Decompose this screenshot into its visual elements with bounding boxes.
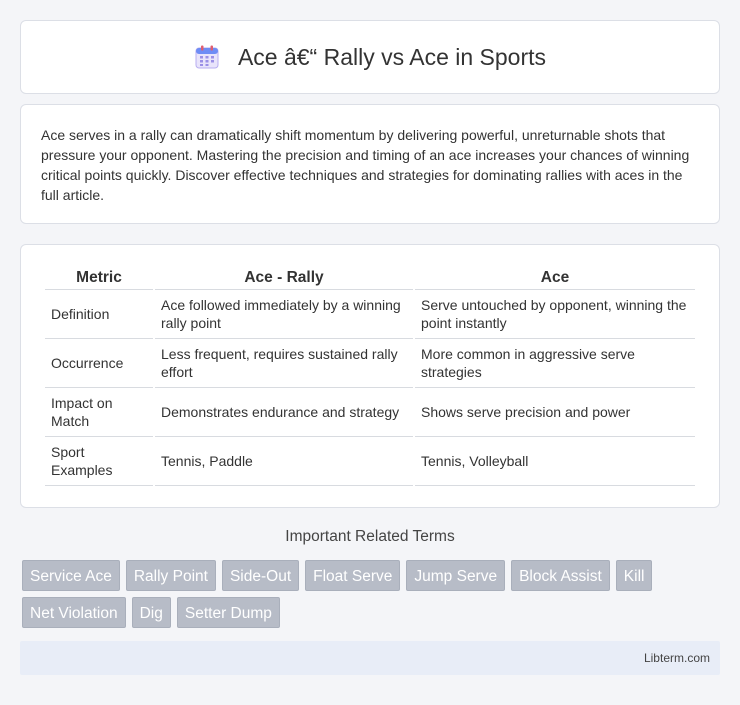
table-row: Impact on Match Demonstrates endurance a…	[45, 388, 695, 437]
header-card: Ace â€“ Rally vs Ace in Sports	[20, 20, 720, 94]
tag-side-out[interactable]: Side-Out	[221, 560, 300, 591]
header: Ace â€“ Rally vs Ace in Sports	[194, 44, 546, 71]
related-terms-title: Important Related Terms	[285, 528, 455, 545]
page-title: Ace â€“ Rally vs Ace in Sports	[237, 43, 547, 70]
table-header-row: Metric Ace - Rally Ace	[45, 265, 695, 290]
table-cell: Occurrence	[45, 339, 153, 388]
table-header-metric: Metric	[45, 265, 153, 290]
intro-text: Ace serves in a rally can dramatically s…	[41, 127, 690, 203]
table-cell: Sport Examples	[45, 437, 153, 486]
tag-kill[interactable]: Kill	[615, 560, 653, 591]
intro-card: Ace serves in a rally can dramatically s…	[20, 104, 720, 224]
comparison-card: Metric Ace - Rally Ace Definition Ace fo…	[20, 244, 720, 508]
table-row: Occurrence Less frequent, requires susta…	[45, 339, 695, 388]
table-cell: Tennis, Paddle	[155, 437, 413, 486]
tag-jump-serve[interactable]: Jump Serve	[406, 560, 506, 591]
table-cell: Impact on Match	[45, 388, 153, 437]
tag-float-serve[interactable]: Float Serve	[305, 560, 401, 591]
tag-service-ace[interactable]: Service Ace	[22, 560, 120, 591]
table-cell: Serve untouched by opponent, winning the…	[415, 290, 695, 339]
tag-dig[interactable]: Dig	[131, 597, 171, 628]
table-header-ace-rally: Ace - Rally	[155, 265, 413, 290]
table-cell: Less frequent, requires sustained rally …	[155, 339, 413, 388]
tag-net-violation[interactable]: Net Violation	[22, 597, 126, 628]
table-cell: Ace followed immediately by a winning ra…	[155, 290, 413, 339]
calendar-icon	[194, 44, 220, 70]
table-cell: Definition	[45, 290, 153, 339]
table-row: Definition Ace followed immediately by a…	[45, 290, 695, 339]
footer-site-link[interactable]: Libterm.com	[644, 651, 710, 665]
comparison-table: Metric Ace - Rally Ace Definition Ace fo…	[43, 265, 697, 486]
tag-setter-dump[interactable]: Setter Dump	[176, 597, 280, 628]
footer: Libterm.com	[20, 641, 720, 675]
table-cell: More common in aggressive serve strategi…	[415, 339, 695, 388]
tag-block-assist[interactable]: Block Assist	[511, 560, 610, 591]
table-cell: Demonstrates endurance and strategy	[155, 388, 413, 437]
table-header-ace: Ace	[415, 265, 695, 290]
table-row: Sport Examples Tennis, Paddle Tennis, Vo…	[45, 437, 695, 486]
related-terms-list: Service Ace Rally Point Side-Out Float S…	[22, 560, 722, 628]
table-cell: Tennis, Volleyball	[415, 437, 695, 486]
table-cell: Shows serve precision and power	[415, 388, 695, 437]
tag-rally-point[interactable]: Rally Point	[125, 560, 216, 591]
